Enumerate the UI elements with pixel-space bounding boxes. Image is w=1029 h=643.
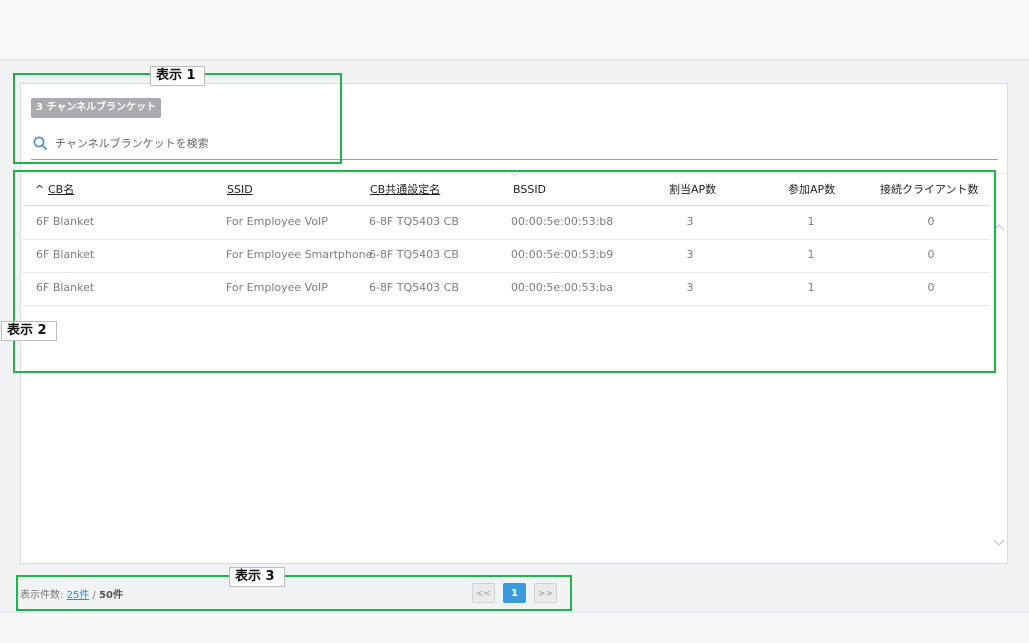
bottom-bar [0,612,1029,643]
callout-label-3: 表示 3 [229,567,285,587]
callout-label-1: 表示 1 [150,66,205,86]
top-bar [0,0,1029,60]
highlight-box-3 [16,575,572,611]
scroll-down-icon[interactable] [993,538,1005,548]
callout-label-2: 表示 2 [1,321,57,341]
highlight-box-2 [13,170,996,373]
highlight-box-1 [13,73,342,164]
